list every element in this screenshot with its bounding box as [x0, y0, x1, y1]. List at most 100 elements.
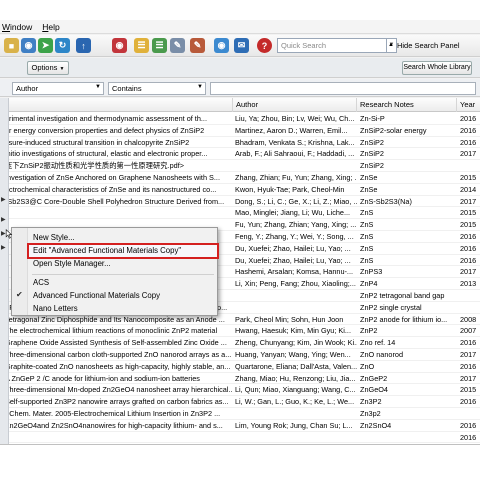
check-icon: ✔: [16, 290, 23, 299]
options-label: Options: [31, 63, 58, 72]
menu-window[interactable]: Window: [2, 22, 32, 32]
expand-arrow-icon[interactable]: ▶: [1, 196, 6, 203]
operator-select[interactable]: Contains ▼: [108, 82, 206, 95]
table-row[interactable]: initio investigations of structural, ela…: [9, 148, 480, 161]
cell-year: 2016: [460, 420, 477, 430]
cell-title: <Chem. Mater. 2005-Electrochemical Lithi…: [9, 408, 221, 418]
chevron-down-icon: ▼: [95, 84, 101, 90]
toolbar: ■ ◉ ➤ ↻ ↑ ◉ ☰ ☰ ✎ ✎ ◉ ✉ ? Quick Search ▼…: [0, 35, 480, 57]
expand-arrow-icon[interactable]: ▶: [1, 216, 6, 223]
cell-author: [233, 302, 357, 314]
mouse-cursor-icon: [5, 229, 13, 239]
cell-title: Three-dimensional carbon cloth-supported…: [9, 349, 232, 359]
cell-title: The electrochemical lithium reactions of…: [9, 326, 218, 336]
table-row[interactable]: Three-dimensional carbon cloth-supported…: [9, 349, 480, 361]
cell-year: 2016: [460, 243, 477, 253]
style-context-menu: New Style... Edit "Advanced Functional M…: [11, 227, 219, 316]
menu-item-open-style-manager[interactable]: Open Style Manager...: [29, 258, 217, 270]
hide-search-panel-label: Hide Search Panel: [396, 41, 460, 50]
table-row[interactable]: Investigation of ZnSe Anchored on Graphe…: [9, 172, 480, 184]
search-whole-library-button[interactable]: Search Whole Library: [402, 61, 472, 75]
cell-author: Dong, S.; Li, C.; Ge, X.; Li, Z.; Miao, …: [235, 196, 357, 206]
table-row[interactable]: The electrochemical lithium reactions of…: [9, 325, 480, 338]
cell-author: Kwon, Hyuk-Tae; Park, Cheol-Min: [235, 184, 345, 194]
filter-bar: Author ▼ Contains ▼: [0, 79, 480, 97]
table-row[interactable]: erimental investigation and thermodynami…: [9, 113, 480, 125]
cell-author: Zhang, Zhian; Fu, Yun; Zhang, Xing; ...: [235, 172, 357, 182]
cell-research-notes: ZnS-Sb2S3(Na): [360, 196, 412, 206]
column-title[interactable]: [9, 98, 233, 112]
pen-icon[interactable]: ✎: [190, 38, 205, 53]
table-row[interactable]: Three-dimensional Mn-doped Zn2GeO4 nanos…: [9, 384, 480, 397]
menu-item-new-style[interactable]: New Style...: [29, 232, 217, 244]
cell-year: 2016: [460, 397, 477, 407]
library-icon[interactable]: ↑: [76, 38, 91, 53]
cell-research-notes: ZnP2 tetragonal band gap: [360, 290, 445, 300]
cell-year: 2016: [460, 338, 477, 348]
table-row[interactable]: 2016: [9, 432, 480, 444]
menu-item-nano-letters[interactable]: Nano Letters: [29, 303, 217, 315]
column-year[interactable]: Year: [457, 98, 480, 112]
search-term-input[interactable]: [210, 82, 476, 95]
cell-year: 2016: [460, 432, 477, 442]
cell-research-notes: Zn2SnO4: [360, 420, 392, 430]
table-row[interactable]: -Sb2S3@C Core-Double Shell Polyhedron St…: [9, 196, 480, 208]
table-row[interactable]: ar energy conversion properties and defe…: [9, 125, 480, 137]
options-button[interactable]: Options ▼: [27, 61, 69, 75]
cell-title: 压下ZnSiP2振动性质和光学性质的第一性原理研究.pdf>: [9, 161, 185, 171]
cell-author: Li, Qun; Miao, Xianguang; Wang, C...: [235, 385, 356, 395]
column-author[interactable]: Author: [233, 98, 357, 112]
table-row[interactable]: ssure-induced structural transition in c…: [9, 137, 480, 149]
doc-icon[interactable]: ☰: [152, 38, 167, 53]
arrow-icon[interactable]: ➤: [38, 38, 53, 53]
table-row[interactable]: Mao, Minglei; Jiang, Li; Wu, Liche... ZnS…: [9, 207, 480, 220]
table-row[interactable]: Self-supported Zn3P2 nanowire arrays gra…: [9, 396, 480, 408]
menu-item-acs[interactable]: ACS: [29, 277, 217, 289]
globe-icon[interactable]: ◉: [21, 38, 36, 53]
cell-author: Arab, F.; Ali Sahraoui, F.; Haddadi, ...: [235, 149, 355, 159]
cell-title: Graphite-coated ZnO nanosheets as high-c…: [9, 361, 231, 371]
globe-search-icon[interactable]: ◉: [214, 38, 229, 53]
table-row[interactable]: Graphene Oxide Assisted Synthesis of Sel…: [9, 337, 480, 349]
cell-author: Liu, Ya; Zhou, Bin; Lv, Wei; Wu, Ch...: [235, 114, 355, 123]
cell-year: 2008: [460, 314, 477, 324]
cell-research-notes: Zno ref. 14: [360, 338, 396, 348]
cell-author: Park, Cheol Min; Sohn, Hun Joon: [235, 314, 344, 324]
table-row[interactable]: ectrochemical characteristics of ZnSe an…: [9, 184, 480, 196]
cell-year: 2007: [460, 326, 477, 336]
list-icon[interactable]: ☰: [134, 38, 149, 53]
chevron-down-icon: ▼: [197, 84, 203, 90]
book-icon[interactable]: ◉: [112, 38, 127, 53]
edit-icon[interactable]: ✎: [170, 38, 185, 53]
cell-author: Hashemi, Arsalan; Komsa, Hannu-...: [235, 267, 354, 277]
menu-window-rest: indow: [10, 21, 33, 32]
table-row[interactable]: <Chem. Mater. 2005-Electrochemical Lithi…: [9, 408, 480, 420]
hide-search-panel-button[interactable]: ▲ Hide Search Panel: [388, 38, 460, 53]
column-research-notes[interactable]: Research Notes: [357, 98, 457, 112]
cell-research-notes: ZnSe: [360, 184, 378, 194]
help-icon[interactable]: ?: [257, 38, 272, 53]
cell-author: Martinez, Aaron D.; Warren, Emil...: [235, 125, 348, 135]
table-row[interactable]: Zn2GeO4and Zn2SnO4nanowires for high-cap…: [9, 420, 480, 432]
field-select[interactable]: Author ▼: [12, 82, 104, 95]
menu-item-edit-style[interactable]: Edit "Advanced Functional Materials Copy…: [27, 243, 219, 259]
cell-research-notes: ZnO: [360, 361, 375, 371]
menu-gutter: [12, 228, 28, 315]
expand-arrow-icon[interactable]: ▶: [1, 244, 6, 251]
cell-author: Huang, Yanyan; Wang, Ying; Wen...: [235, 349, 351, 359]
endnote-window: Window Help ■ ◉ ➤ ↻ ↑ ◉ ☰ ☰ ✎ ✎ ◉ ✉ ? Qu…: [0, 20, 480, 445]
cell-author: Li, W.; Gan, L.; Guo, K.; Ke, L.; We...: [235, 397, 355, 407]
table-row[interactable]: 压下ZnSiP2振动性质和光学性质的第一性原理研究.pdf> ZnSiP2: [9, 160, 480, 172]
table-row[interactable]: Graphite-coated ZnO nanosheets as high-c…: [9, 361, 480, 373]
cell-author: [233, 432, 357, 444]
quick-search-input[interactable]: Quick Search: [277, 38, 387, 53]
menu-help-rest: elp: [48, 21, 60, 32]
mail-icon[interactable]: ✉: [234, 38, 249, 53]
folder-icon[interactable]: ■: [4, 38, 19, 53]
menu-item-advanced-functional-materials-copy[interactable]: Advanced Functional Materials Copy: [29, 290, 217, 302]
refresh-icon[interactable]: ↻: [55, 38, 70, 53]
cell-research-notes: ZnP2 single crystal: [360, 302, 422, 312]
menu-help[interactable]: Help: [42, 22, 59, 32]
table-row[interactable]: A ZnGeP 2 /C anode for lithium-ion and s…: [9, 373, 480, 385]
cell-title: -Sb2S3@C Core-Double Shell Polyhedron St…: [9, 196, 225, 206]
